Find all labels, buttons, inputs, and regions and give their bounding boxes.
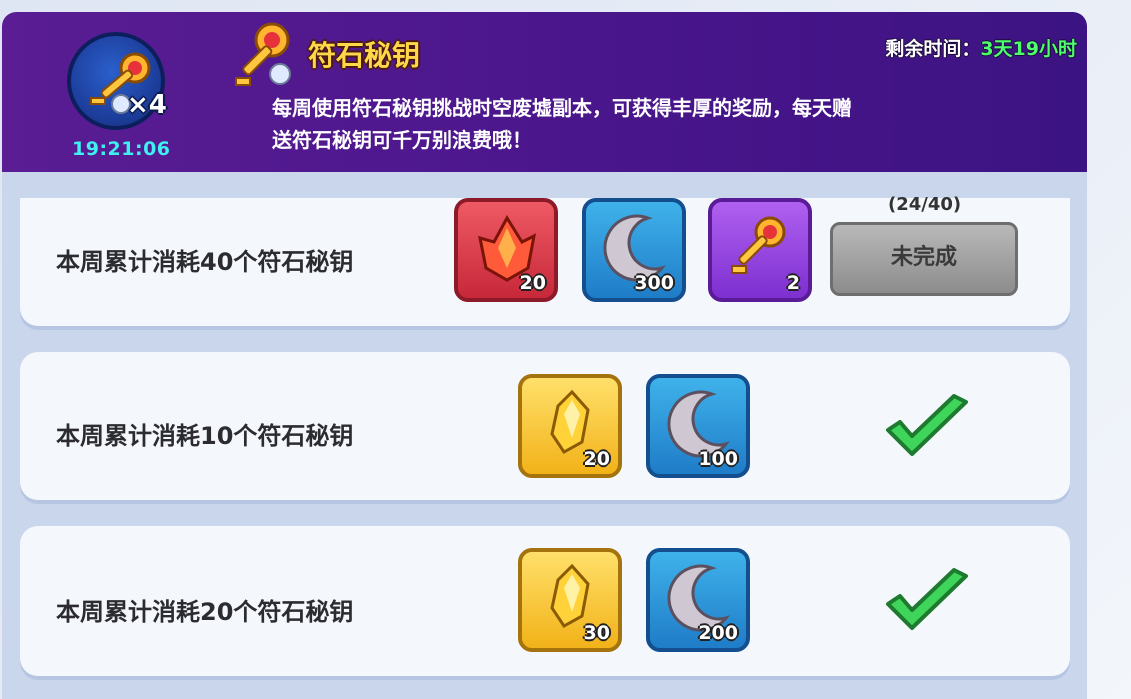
quest-label: 本周累计消耗10个符石秘钥 bbox=[56, 422, 354, 450]
remaining-time: 剩余时间：3天19小时 bbox=[885, 34, 1077, 61]
rune-key-icon bbox=[731, 216, 786, 274]
refresh-timer: 19:21:06 bbox=[72, 138, 171, 160]
quest-label: 本周累计消耗20个符石秘钥 bbox=[56, 598, 354, 626]
reward-slot[interactable]: 2 bbox=[708, 198, 812, 302]
reward-quantity: 30 bbox=[583, 622, 610, 644]
page-title: 符石秘钥 bbox=[308, 39, 421, 72]
key-count: ×4 bbox=[127, 90, 167, 120]
remaining-time-value: 3天19小时 bbox=[980, 38, 1077, 60]
quest-progress: (24/40) bbox=[888, 194, 962, 215]
reward-quantity: 100 bbox=[698, 448, 738, 470]
description-line-2: 送符石秘钥可千万别浪费哦！ bbox=[272, 128, 532, 152]
quest-label: 本周累计消耗40个符石秘钥 bbox=[56, 248, 354, 276]
description: 每周使用符石秘钥挑战时空废墟副本，可获得丰厚的奖励，每天赠 送符石秘钥可千万别浪… bbox=[272, 92, 992, 156]
reward-slot[interactable]: 30 bbox=[518, 548, 622, 652]
reward-slot[interactable]: 300 bbox=[582, 198, 686, 302]
reward-quantity: 2 bbox=[786, 272, 800, 294]
reward-quantity: 300 bbox=[634, 272, 674, 294]
reward-quantity: 20 bbox=[519, 272, 546, 294]
check-icon bbox=[886, 394, 968, 456]
header-banner: ×4 19:21:06 符石秘钥 剩余时间：3天19小时 每周使用符石秘钥挑战时… bbox=[2, 12, 1087, 172]
claim-button-disabled[interactable]: 未完成 bbox=[830, 222, 1018, 296]
remaining-time-label: 剩余时间： bbox=[885, 38, 981, 60]
quest-card-1: 本周累计消耗40个符石秘钥 20 300 2 (24/40) 未完成 bbox=[20, 194, 1070, 326]
reward-slot[interactable]: 20 bbox=[454, 198, 558, 302]
quest-card-2: 本周累计消耗10个符石秘钥 20 100 bbox=[20, 352, 1070, 500]
description-line-1: 每周使用符石秘钥挑战时空废墟副本，可获得丰厚的奖励，每天赠 bbox=[272, 96, 852, 120]
check-icon bbox=[886, 568, 968, 630]
reward-quantity: 200 bbox=[698, 622, 738, 644]
quest-panel: ×4 19:21:06 符石秘钥 剩余时间：3天19小时 每周使用符石秘钥挑战时… bbox=[2, 12, 1087, 699]
reward-slot[interactable]: 20 bbox=[518, 374, 622, 478]
reward-quantity: 20 bbox=[583, 448, 610, 470]
reward-slot[interactable]: 100 bbox=[646, 374, 750, 478]
rune-key-icon bbox=[235, 22, 291, 86]
reward-slot[interactable]: 200 bbox=[646, 548, 750, 652]
quest-card-3: 本周累计消耗20个符石秘钥 30 200 bbox=[20, 526, 1070, 676]
